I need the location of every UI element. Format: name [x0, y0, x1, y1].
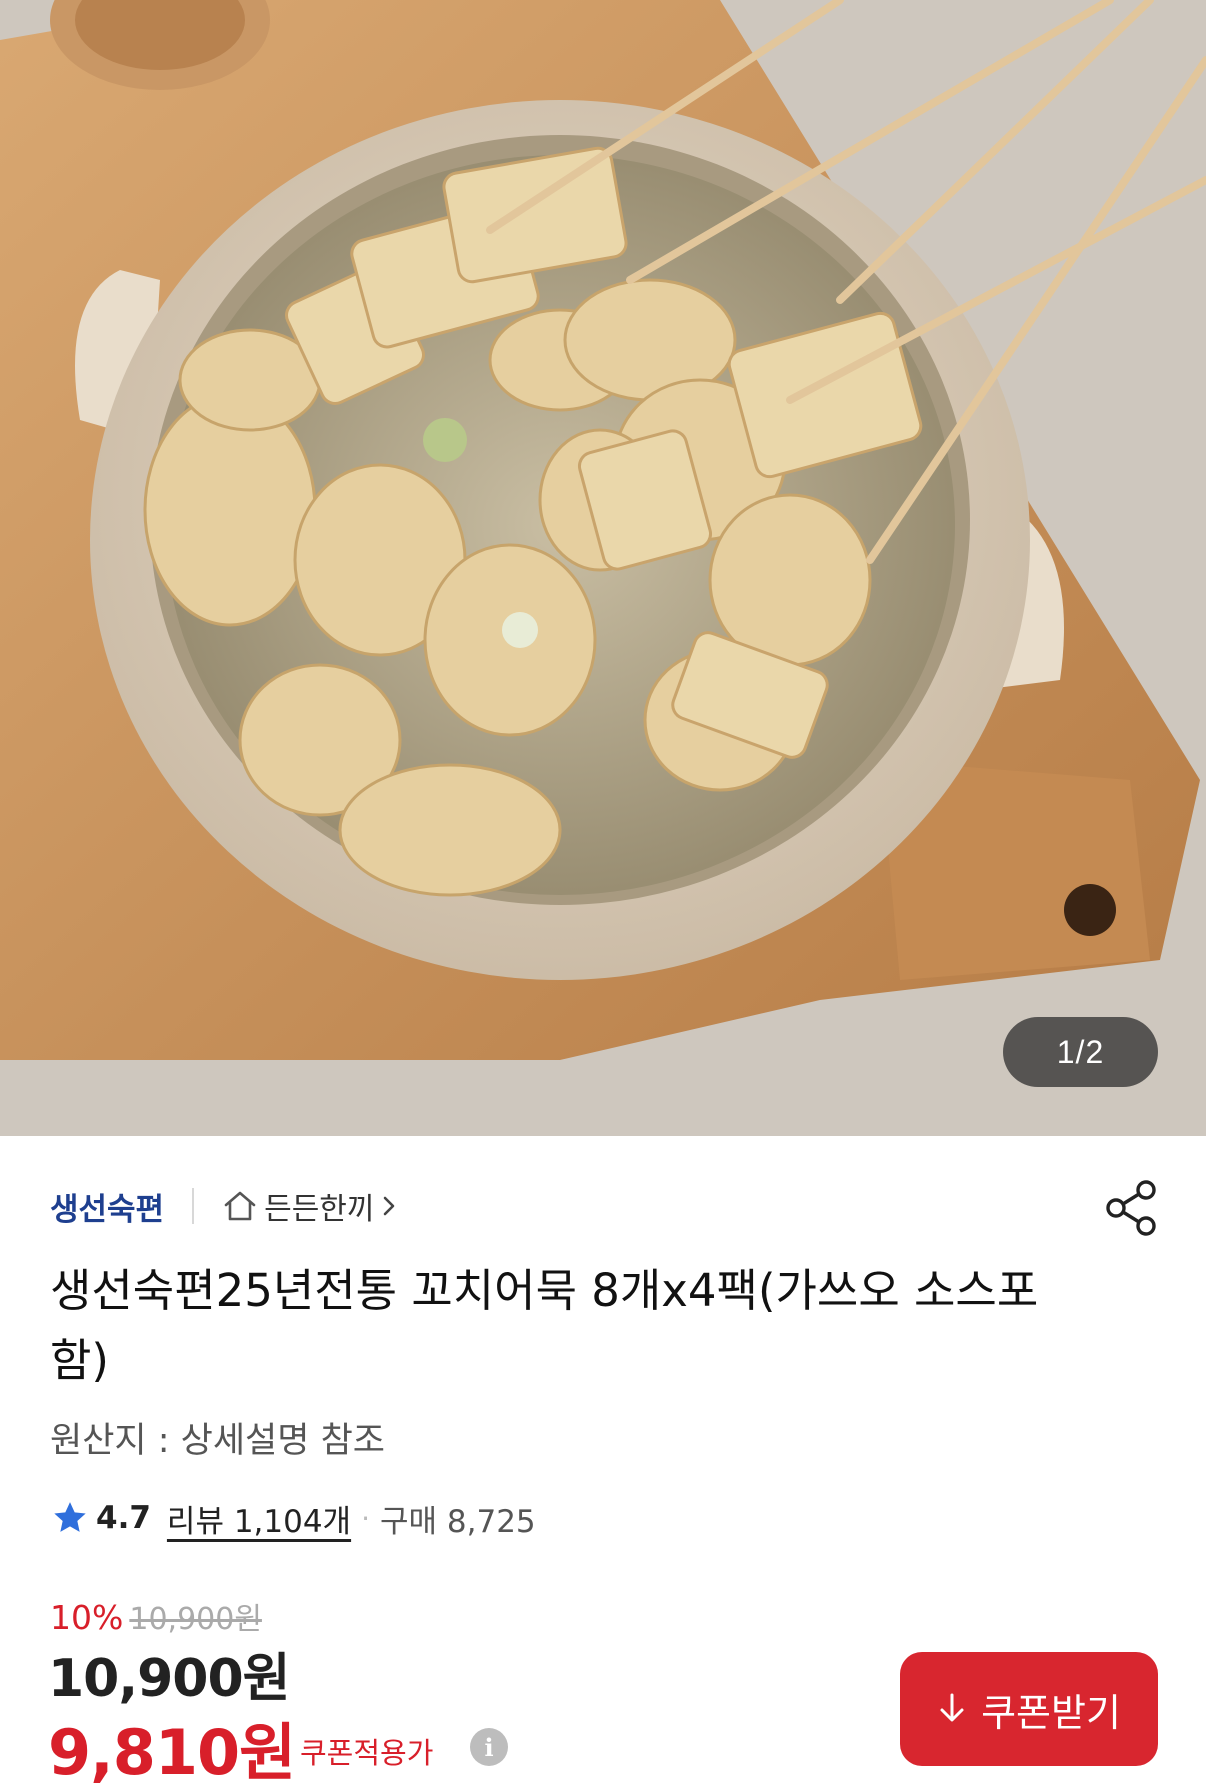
info-icon[interactable]: i	[470, 1728, 508, 1766]
sale-price: 10,900원	[48, 1649, 291, 1709]
brand-breadcrumb: 생선숙편 든든한끼	[50, 1184, 399, 1228]
get-coupon-button[interactable]: 쿠폰받기	[900, 1652, 1158, 1766]
rating-row: 4.7 리뷰 1,104개 · 구매 8,725	[50, 1494, 536, 1542]
get-coupon-label: 쿠폰받기	[981, 1690, 1121, 1735]
original-price: 10,900원	[129, 1602, 262, 1637]
rating-value: 4.7	[96, 1500, 151, 1536]
category-label: 든든한끼	[264, 1192, 375, 1227]
meta-separator: ·	[361, 1501, 370, 1535]
home-icon	[220, 1186, 260, 1226]
page-total: 2	[1085, 1033, 1105, 1070]
page-separator: /	[1075, 1033, 1086, 1070]
category-link[interactable]: 든든한끼	[220, 1184, 398, 1228]
brand-link[interactable]: 생선숙편	[50, 1184, 164, 1229]
discount-rate: 10%	[50, 1598, 124, 1637]
share-icon[interactable]	[1104, 1178, 1160, 1238]
review-count-link[interactable]: 리뷰 1,104개	[167, 1496, 351, 1541]
product-image-gallery[interactable]: 1 / 2	[0, 0, 1206, 1136]
breadcrumb-divider	[192, 1188, 195, 1224]
chevron-right-icon	[381, 1193, 399, 1219]
product-title: 생선숙편25년전통 꼬치어묵 8개x4팩(가쓰오 소스포함)	[50, 1264, 1039, 1387]
purchase-count: 구매 8,725	[380, 1503, 536, 1540]
download-icon	[937, 1692, 967, 1726]
product-image	[0, 0, 1206, 1136]
star-icon	[50, 1498, 90, 1538]
coupon-price-label: 쿠폰적용가	[300, 1736, 434, 1770]
page-current: 1	[1056, 1033, 1076, 1070]
image-page-indicator: 1 / 2	[1003, 1017, 1158, 1087]
product-info: 생선숙편 든든한끼 생선숙편25년전통 꼬치어묵 8개x4팩(가쓰오 소스포함)…	[0, 1136, 1206, 1792]
origin-info: 원산지 : 상세설명 참조	[50, 1421, 385, 1461]
discount-row: 10% 10,900원	[50, 1594, 262, 1637]
coupon-price: 9,810원	[48, 1716, 296, 1789]
